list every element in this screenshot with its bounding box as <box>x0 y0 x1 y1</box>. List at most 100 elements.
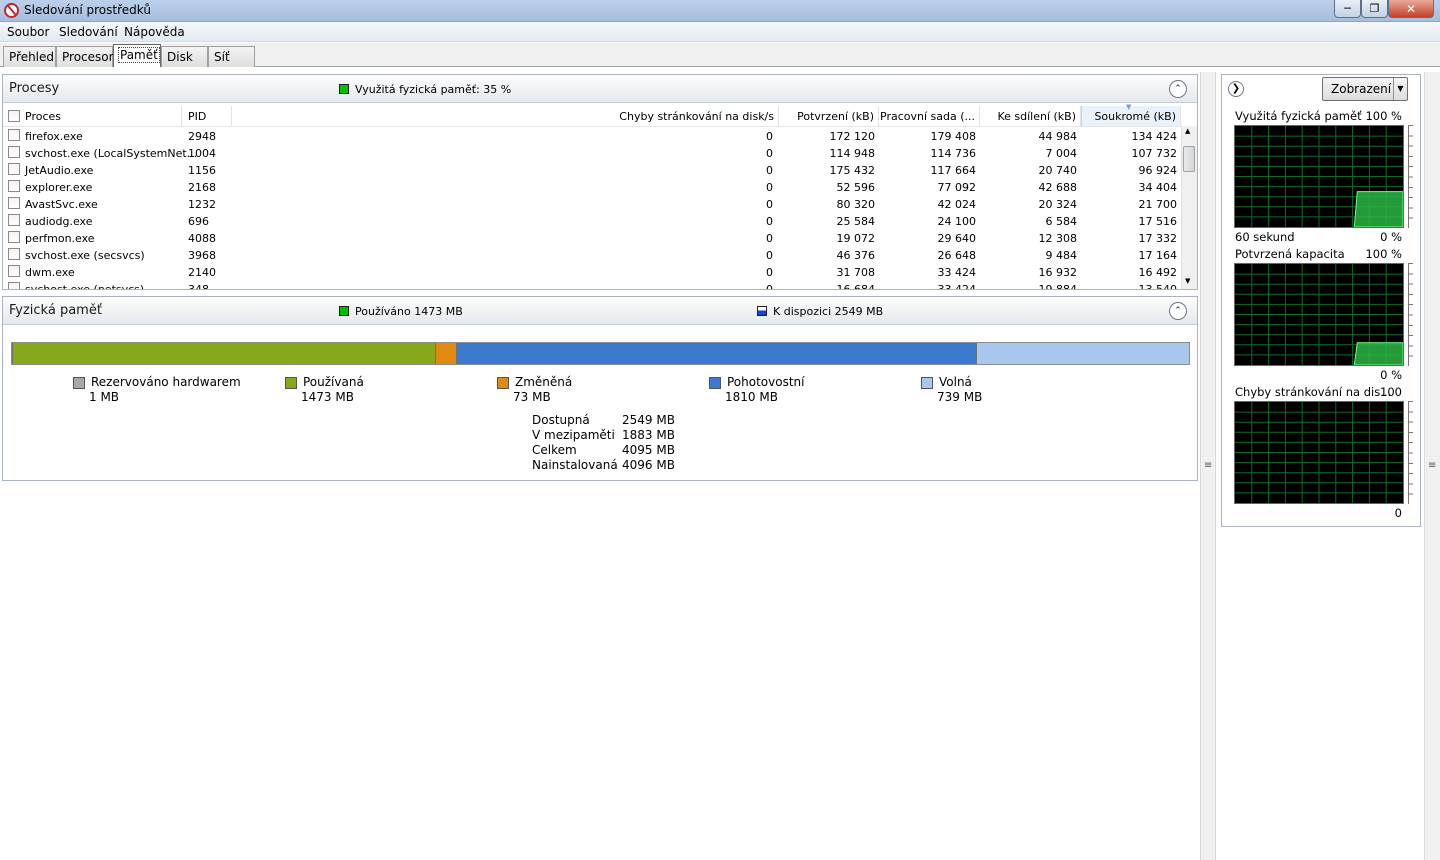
scroll-down-icon[interactable]: ▼ <box>1185 277 1190 285</box>
table-row[interactable]: explorer.exe 2168 0 52 596 77 092 42 688 34 40… <box>3 178 1181 195</box>
select-all-checkbox[interactable] <box>8 110 20 122</box>
maximize-button[interactable]: ❐ <box>1361 0 1388 18</box>
graph-ticks <box>1408 401 1414 504</box>
row-checkbox[interactable] <box>8 231 20 243</box>
table-cell: 0 <box>766 198 773 211</box>
left-pane: Procesy Využitá fyzická paměť: 35 % ⌃ Pr… <box>2 74 1198 481</box>
process-list: firefox.exe 2948 0 172 120 179 408 44 984 134 … <box>3 127 1181 289</box>
column-working-set[interactable]: Pracovní sada (... <box>879 106 980 126</box>
graph-block: Chyby stránkování na dis... 100 0 <box>1222 381 1420 520</box>
memory-legend-item: Používaná 1473 MB <box>285 375 465 405</box>
menu-sledovani[interactable]: Sledování <box>59 25 118 39</box>
table-cell: perfmon.exe <box>25 232 95 245</box>
column-page-faults[interactable]: Chyby stránkování na disk/s <box>232 106 779 126</box>
summary-label: Dostupná <box>532 413 590 427</box>
expand-arrow-icon[interactable]: ❯ <box>1228 81 1244 97</box>
tab-procesor[interactable]: Procesor <box>56 46 114 67</box>
menu-soubor[interactable]: Soubor <box>7 25 49 39</box>
row-checkbox[interactable] <box>8 129 20 141</box>
table-row[interactable]: svchost.exe (netsvcs) 3480 16 68433 42419 … <box>3 280 1181 289</box>
scroll-up-icon[interactable]: ▲ <box>1185 127 1190 135</box>
table-row[interactable]: perfmon.exe 4088 0 19 072 29 640 12 308 17 332 <box>3 229 1181 246</box>
summary-label: Nainstalovaná <box>532 458 618 472</box>
close-icon: ✕ <box>1405 1 1417 16</box>
resource-monitor-icon <box>4 3 19 18</box>
table-cell: 0 <box>766 130 773 143</box>
column-private[interactable]: ▼ Soukromé (kB) <box>1081 103 1181 126</box>
collapse-icon[interactable]: ⌃ <box>1169 80 1187 98</box>
table-cell: 26 648 <box>937 249 977 262</box>
table-cell: 33 424 <box>879 283 977 289</box>
minimize-icon: ─ <box>1344 2 1351 15</box>
column-shareable[interactable]: Ke sdílení (kB) <box>980 106 1081 126</box>
physical-memory-section: Fyzická paměť Používáno 1473 MB K dispoz… <box>2 296 1198 481</box>
processes-title: Procesy <box>9 81 60 96</box>
table-cell: AvastSvc.exe <box>25 198 98 211</box>
memory-bar-segment <box>456 343 977 364</box>
table-row[interactable]: firefox.exe 2948 0 172 120 179 408 44 984 134 … <box>3 127 1181 144</box>
column-commit[interactable]: Potvrzení (kB) <box>779 106 879 126</box>
memory-legend-item: Rezervováno hardwarem 1 MB <box>73 375 253 405</box>
table-cell: 17 332 <box>1138 232 1178 245</box>
row-checkbox[interactable] <box>8 197 20 209</box>
table-row[interactable]: dwm.exe 2140 0 31 708 33 424 16 932 16 492 <box>3 263 1181 280</box>
row-checkbox[interactable] <box>8 163 20 175</box>
row-checkbox[interactable] <box>8 180 20 192</box>
row-checkbox[interactable] <box>8 282 20 289</box>
graph-ticks <box>1408 125 1414 228</box>
legend-swatch <box>709 377 721 389</box>
table-cell: 17 164 <box>1138 249 1178 262</box>
row-checkbox[interactable] <box>8 146 20 158</box>
table-row[interactable]: svchost.exe (LocalSystemNet... 1004 0 114 9… <box>3 144 1181 161</box>
table-cell: 134 424 <box>1131 130 1178 143</box>
graph-title: Využitá fyzická paměť <box>1235 109 1362 123</box>
physical-memory-header[interactable]: Fyzická paměť Používáno 1473 MB K dispoz… <box>3 297 1197 325</box>
table-cell: 2140 <box>188 266 216 279</box>
sort-arrow-icon: ▼ <box>1126 103 1132 111</box>
legend-swatch <box>285 377 297 389</box>
tab-disk[interactable]: Disk <box>161 46 208 67</box>
table-row[interactable]: AvastSvc.exe 1232 0 80 320 42 024 20 324 21 70… <box>3 195 1181 212</box>
row-checkbox[interactable] <box>8 265 20 277</box>
menu-napoveda[interactable]: Nápověda <box>124 25 185 39</box>
process-list-scrollbar[interactable]: ▲ ▼ <box>1181 126 1197 289</box>
pane-splitter[interactable]: ≡ <box>1200 72 1216 860</box>
view-button[interactable]: Zobrazení ▼ <box>1322 77 1408 101</box>
table-cell: 42 688 <box>1038 181 1078 194</box>
table-cell: 0 <box>766 181 773 194</box>
table-cell: 6 584 <box>1045 215 1078 228</box>
legend-value: 1 MB <box>89 390 120 404</box>
legend-value: 1810 MB <box>725 390 778 404</box>
memory-legend-item: Pohotovostní 1810 MB <box>709 375 889 405</box>
table-cell: 42 024 <box>937 198 977 211</box>
graph-max: 100 % <box>1365 109 1402 123</box>
row-checkbox[interactable] <box>8 214 20 226</box>
close-button[interactable]: ✕ <box>1388 0 1434 18</box>
minimize-button[interactable]: ─ <box>1334 0 1361 18</box>
collapse-icon[interactable]: ⌃ <box>1169 302 1187 320</box>
column-pid[interactable]: PID <box>182 106 232 126</box>
legend-label: Rezervováno hardwarem <box>91 375 241 389</box>
tab-sit[interactable]: Síť <box>208 46 255 67</box>
row-checkbox[interactable] <box>8 248 20 260</box>
table-cell: 175 432 <box>829 164 876 177</box>
table-cell: 117 664 <box>930 164 977 177</box>
scroll-thumb[interactable] <box>1183 146 1195 172</box>
table-row[interactable]: audiodg.exe 696 0 25 584 24 100 6 584 17 516 <box>3 212 1181 229</box>
table-row[interactable]: svchost.exe (secsvcs) 3968 0 46 376 26 648 9 … <box>3 246 1181 263</box>
tab-pamet[interactable]: Paměť <box>113 44 161 67</box>
memory-bar <box>11 342 1190 365</box>
processes-header[interactable]: Procesy Využitá fyzická paměť: 35 % ⌃ <box>3 75 1197 103</box>
scroll-grip-icon: ≡ <box>1428 460 1437 471</box>
table-row[interactable]: JetAudio.exe 1156 0 175 432 117 664 20 740 96 … <box>3 161 1181 178</box>
table-cell: svchost.exe (secsvcs) <box>25 249 145 262</box>
table-cell: 46 376 <box>836 249 876 262</box>
graph-max: 100 <box>1380 385 1402 399</box>
dropdown-arrow-icon[interactable]: ▼ <box>1393 78 1407 100</box>
summary-label: V mezipaměti <box>532 428 615 442</box>
tab-prehled[interactable]: Přehled <box>3 46 56 67</box>
table-cell: 44 984 <box>1038 130 1078 143</box>
table-cell: 2948 <box>188 130 216 143</box>
column-proces[interactable]: Proces <box>25 106 182 126</box>
right-scrollbar[interactable]: ≡ <box>1424 72 1440 860</box>
